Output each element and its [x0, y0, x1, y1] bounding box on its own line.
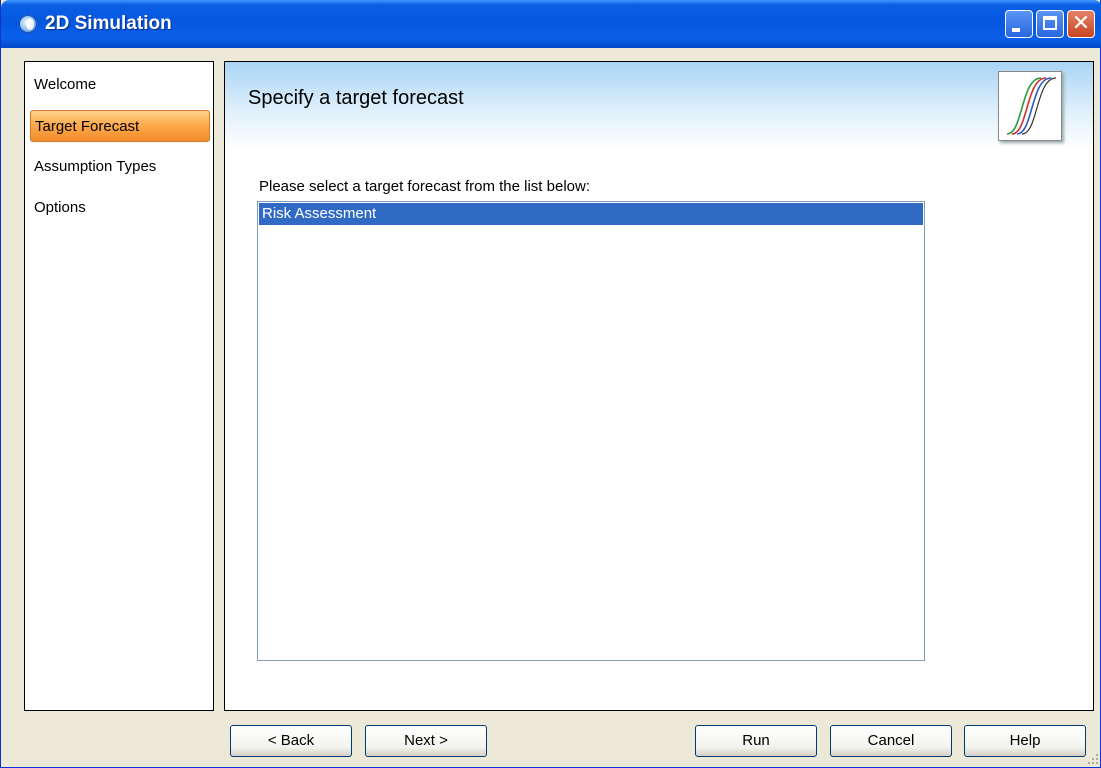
run-button[interactable]: Run	[695, 725, 817, 757]
close-button[interactable]: ✕	[1067, 10, 1095, 38]
wizard-window: 2D Simulation ✕ Welcome Target Forecast …	[0, 0, 1101, 768]
help-button[interactable]: Help	[964, 725, 1086, 757]
minimize-button[interactable]	[1005, 10, 1033, 38]
maximize-button[interactable]	[1036, 10, 1064, 38]
resize-grip-icon[interactable]	[1087, 753, 1099, 765]
sidebar-item-options[interactable]: Options	[30, 192, 210, 224]
wizard-steps-sidebar: Welcome Target Forecast Assumption Types…	[24, 61, 214, 711]
close-icon: ✕	[1071, 11, 1091, 36]
s-curves-icon	[998, 71, 1062, 141]
title-bar[interactable]: 2D Simulation ✕	[1, 0, 1101, 48]
step-header: Specify a target forecast	[225, 62, 1093, 150]
app-icon	[19, 15, 37, 33]
next-button[interactable]: Next >	[365, 725, 487, 757]
page-title: Specify a target forecast	[248, 87, 464, 109]
step-panel: Specify a target forecast Please select …	[224, 61, 1094, 711]
cancel-button[interactable]: Cancel	[830, 725, 952, 757]
sidebar-item-welcome[interactable]: Welcome	[30, 69, 210, 101]
window-title: 2D Simulation	[45, 13, 172, 34]
list-item[interactable]: Risk Assessment	[259, 203, 923, 225]
sidebar-item-assumption-types[interactable]: Assumption Types	[30, 151, 210, 183]
forecast-prompt: Please select a target forecast from the…	[259, 178, 590, 195]
back-button[interactable]: < Back	[230, 725, 352, 757]
sidebar-item-target-forecast[interactable]: Target Forecast	[30, 110, 210, 142]
forecast-listbox[interactable]: Risk Assessment	[257, 201, 925, 661]
